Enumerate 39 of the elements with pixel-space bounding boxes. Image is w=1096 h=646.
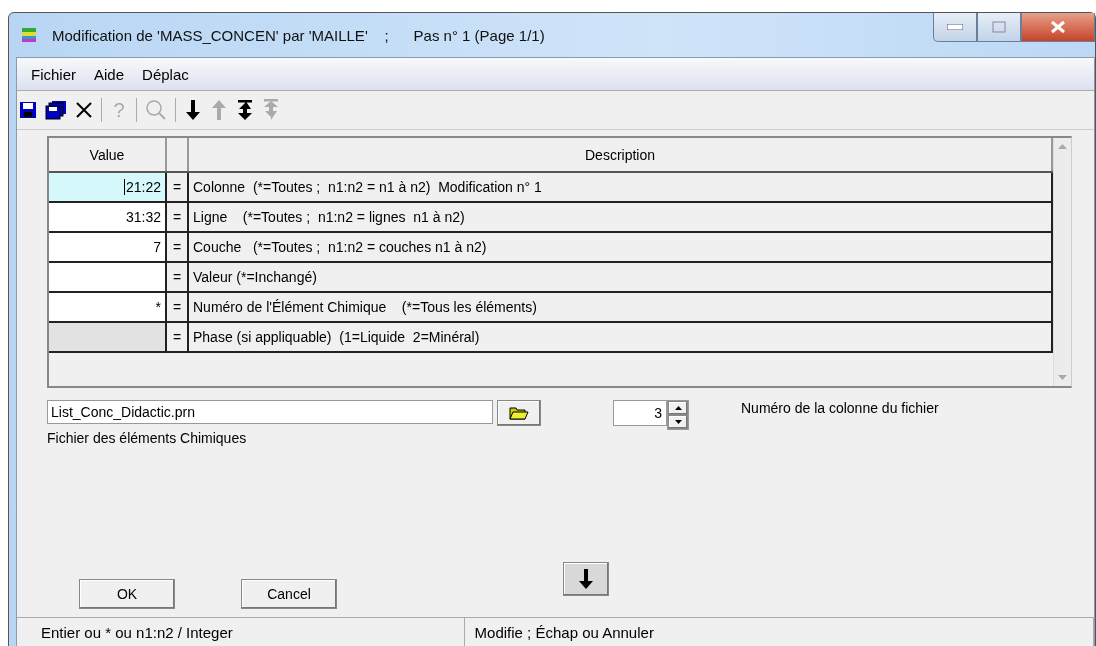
save-all-icon[interactable]: [45, 100, 67, 120]
close-icon[interactable]: [75, 101, 93, 119]
up-caret-icon: [674, 406, 682, 410]
spin-down-button[interactable]: [668, 415, 688, 429]
next-button[interactable]: [563, 562, 609, 596]
status-text: Entier ou * ou n1:n2 / Integer: [17, 618, 465, 646]
value-cell[interactable]: [49, 263, 167, 291]
down-caret-icon: [674, 420, 682, 424]
cancel-button[interactable]: Cancel: [241, 579, 337, 609]
spin-field[interactable]: 3: [613, 400, 667, 426]
file-label: Fichier des éléments Chimiques: [47, 430, 248, 446]
value-cell[interactable]: 31:32: [49, 203, 167, 231]
column-label: Numéro de la colonne du fichier: [741, 400, 939, 416]
file-field[interactable]: List_Conc_Didactic.prn: [47, 400, 493, 424]
browse-button[interactable]: [497, 400, 541, 426]
text-cursor: [123, 179, 125, 195]
menu-item[interactable]: Aide: [94, 65, 125, 83]
app-icon: [20, 26, 38, 44]
down-arrow-icon[interactable]: [184, 99, 202, 121]
maximize-button[interactable]: [977, 13, 1021, 42]
value-cell[interactable]: 7: [49, 233, 167, 261]
close-button[interactable]: [1021, 13, 1095, 42]
status-text: Modifie ; Échap ou Annuler: [464, 618, 1094, 646]
spin-up-button[interactable]: [668, 401, 688, 415]
minimize-icon: [947, 24, 963, 30]
menu-item[interactable]: Fichier: [31, 65, 76, 83]
double-down-arrow-icon[interactable]: [236, 99, 254, 121]
value-cell[interactable]: 21:22: [49, 173, 167, 201]
minimize-button[interactable]: [933, 13, 977, 42]
value-cell[interactable]: *: [49, 293, 167, 321]
close-icon: [1050, 20, 1066, 34]
save-icon[interactable]: [19, 101, 37, 119]
menu-item[interactable]: Déplac: [142, 65, 189, 83]
down-arrow-icon: [577, 568, 595, 590]
ok-button[interactable]: OK: [79, 579, 175, 609]
folder-icon: [509, 406, 529, 420]
maximize-icon: [992, 21, 1006, 33]
window-title: Modification de 'MASS_CONCEN' par 'MAILLE' ; Pas n° 1 (Page 1/1): [52, 26, 546, 44]
value-cell[interactable]: [49, 323, 167, 351]
